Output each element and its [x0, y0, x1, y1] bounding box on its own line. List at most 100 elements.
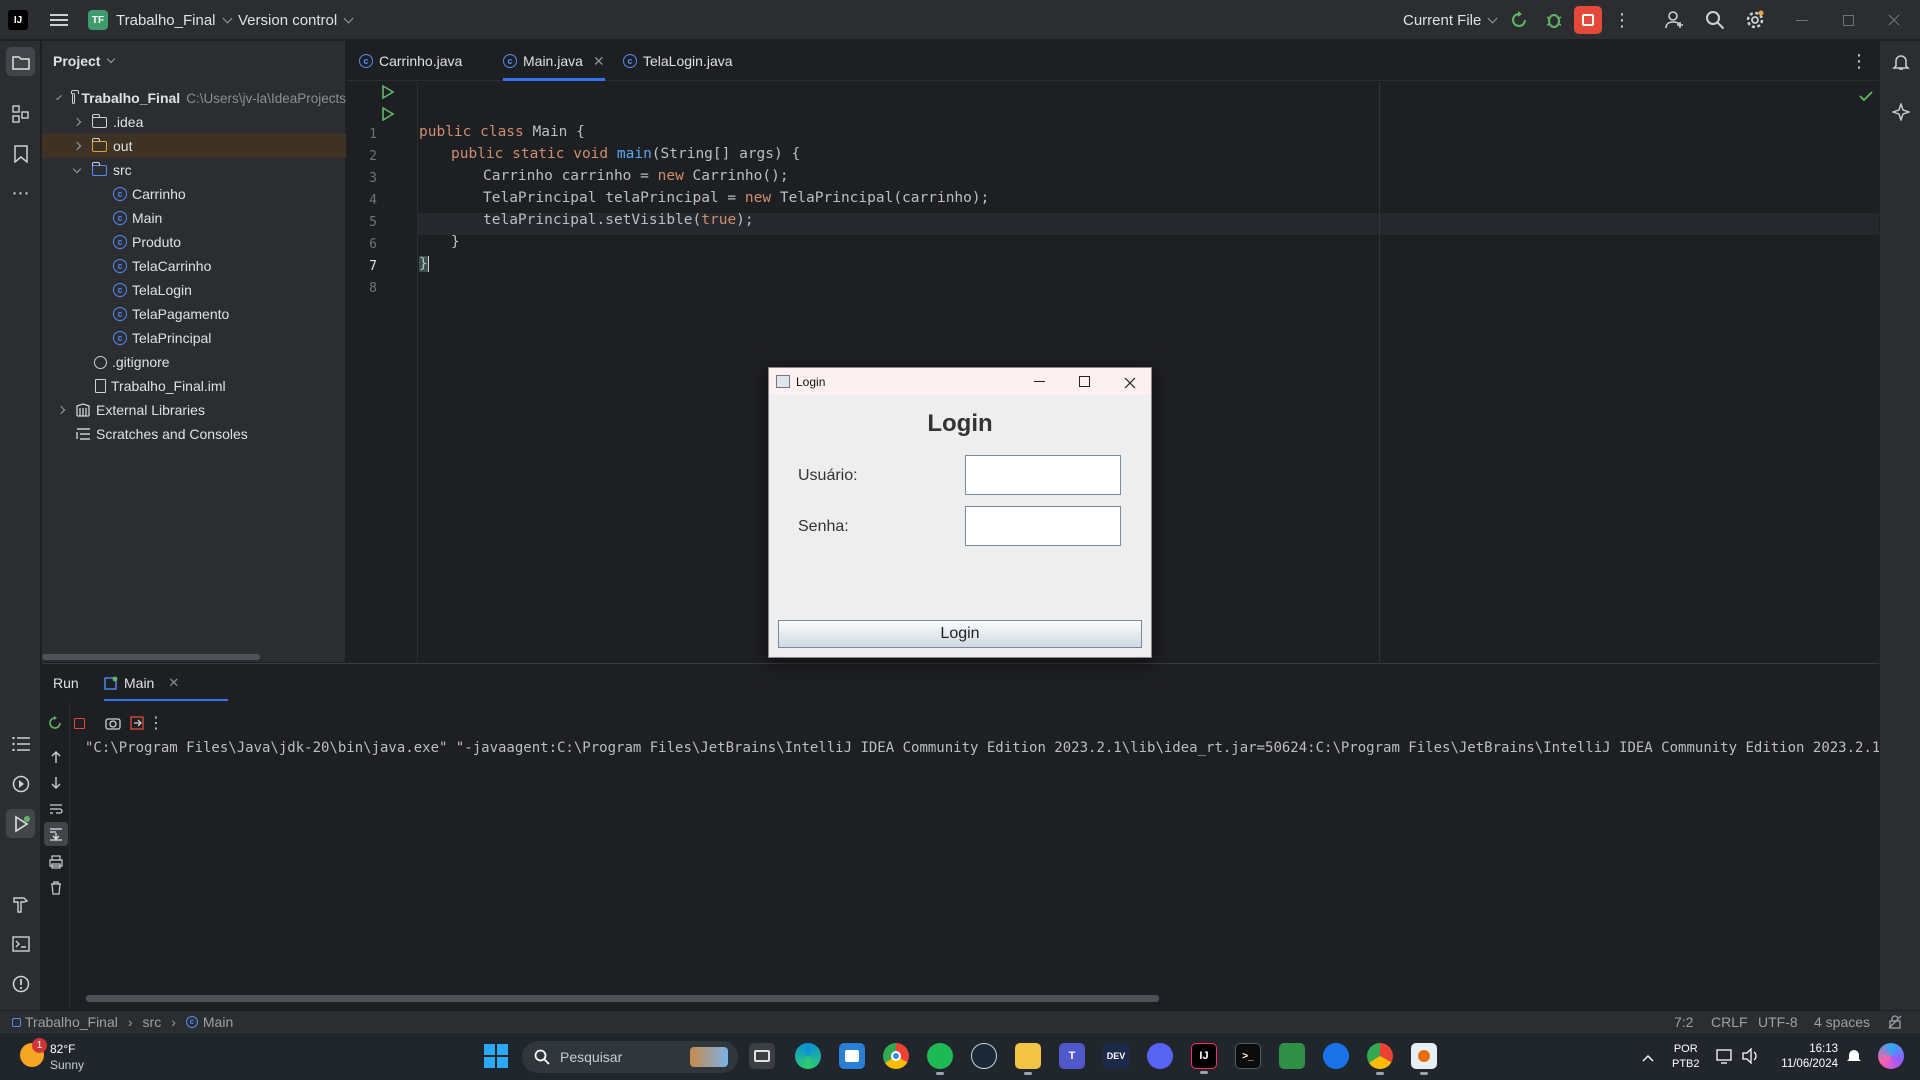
stop-button[interactable] [1574, 6, 1602, 34]
java-taskbar-icon[interactable] [1411, 1043, 1437, 1075]
breadcrumb-project[interactable]: Trabalho_Final [25, 1014, 118, 1030]
steam-icon[interactable] [971, 1043, 997, 1069]
print-icon[interactable] [46, 852, 66, 872]
login-button[interactable]: Login [778, 620, 1142, 648]
spotify-icon[interactable] [927, 1043, 953, 1075]
main-menu-icon[interactable] [48, 10, 70, 30]
tree-item-idea[interactable]: .idea [42, 110, 346, 134]
windows-start-icon[interactable] [484, 1044, 508, 1072]
version-control-selector[interactable]: Version control [238, 0, 354, 40]
network-icon[interactable] [1716, 1048, 1734, 1068]
bookmarks-icon[interactable] [8, 141, 33, 166]
tree-item-produto[interactable]: c Produto [42, 230, 346, 254]
window-minimize-icon[interactable] [1792, 10, 1812, 30]
tab-main-java[interactable]: c Main.java ✕ [503, 41, 605, 81]
tab-close-icon[interactable]: ✕ [593, 53, 605, 70]
tray-chevron-up-icon[interactable] [1642, 1049, 1654, 1066]
dump-threads-camera-icon[interactable] [102, 712, 124, 734]
exit-icon[interactable] [126, 712, 148, 734]
taskbar-search-box[interactable]: Pesquisar [522, 1041, 738, 1073]
project-selector[interactable]: TF Trabalho_Final [88, 0, 232, 40]
chrome-profile-icon[interactable] [1367, 1043, 1393, 1075]
no-problems-check-icon[interactable] [1859, 89, 1873, 106]
chrome-icon[interactable] [883, 1043, 909, 1069]
settings-gear-icon[interactable] [1744, 9, 1766, 31]
window-close-icon[interactable] [1884, 10, 1904, 30]
structure-icon[interactable] [8, 101, 33, 126]
discord-icon[interactable] [1147, 1043, 1173, 1069]
dialog-close-icon[interactable] [1124, 376, 1136, 393]
file-explorer-icon[interactable] [1015, 1043, 1041, 1075]
scroll-to-end-icon[interactable] [44, 822, 68, 846]
indent-setting[interactable]: 4 spaces [1814, 1011, 1870, 1033]
edge-browser-icon[interactable] [795, 1043, 821, 1069]
spreadsheet-app-icon[interactable] [1279, 1043, 1305, 1069]
tree-item-out[interactable]: out [42, 134, 346, 158]
run-tab-close-icon[interactable]: ✕ [168, 675, 179, 691]
notification-center-bell-icon[interactable] [1846, 1047, 1862, 1069]
notifications-bell-icon[interactable] [1888, 49, 1913, 74]
tree-item-main[interactable]: c Main [42, 206, 346, 230]
tree-item-telacarrinho[interactable]: c TelaCarrinho [42, 254, 346, 278]
volume-icon[interactable] [1742, 1047, 1760, 1068]
scroll-down-icon[interactable] [46, 773, 66, 793]
vpn-shield-icon[interactable] [1323, 1043, 1349, 1069]
line-separator[interactable]: CRLF [1711, 1011, 1748, 1033]
tab-carrinho-java[interactable]: c Carrinho.java [359, 41, 462, 81]
rerun-icon[interactable] [44, 712, 66, 734]
dialog-title-bar[interactable]: Login [769, 368, 1151, 395]
terminal-taskbar-icon[interactable]: >_ [1235, 1043, 1261, 1069]
ai-assistant-sparkle-icon[interactable] [1888, 99, 1913, 124]
project-tool-folder-icon[interactable] [6, 47, 35, 76]
weather-widget[interactable]: 82°F Sunny [50, 1041, 84, 1073]
password-input[interactable] [965, 506, 1121, 546]
tree-item-src[interactable]: src [42, 158, 346, 182]
tree-item-iml[interactable]: Trabalho_Final.iml [42, 374, 346, 398]
microsoft-store-icon[interactable] [839, 1043, 865, 1069]
teams-icon[interactable]: T [1059, 1043, 1085, 1069]
breadcrumb-src[interactable]: src [143, 1014, 162, 1030]
readonly-lock-icon[interactable] [1888, 1015, 1902, 1029]
run-tab-main[interactable]: Main ✕ [104, 664, 228, 702]
run-config-selector[interactable]: Current File [1403, 0, 1498, 40]
caret-position[interactable]: 7:2 [1674, 1011, 1693, 1033]
tree-item-external-libraries[interactable]: External Libraries [42, 398, 346, 422]
breadcrumb-main[interactable]: Main [203, 1014, 233, 1030]
run-panel-title[interactable]: Run [53, 664, 79, 702]
rerun-icon[interactable] [1508, 10, 1530, 30]
project-horizontal-scrollbar[interactable] [42, 654, 260, 660]
more-tools-icon[interactable]: ⋯ [8, 181, 33, 206]
devcpp-icon[interactable]: DEV [1103, 1043, 1129, 1069]
dialog-maximize-icon[interactable] [1079, 376, 1090, 387]
more-actions-icon[interactable]: ⋮ [1612, 10, 1632, 30]
project-panel-header[interactable]: Project [53, 41, 116, 81]
tab-telalogin-java[interactable]: c TelaLogin.java [623, 41, 733, 81]
services-list-icon[interactable] [8, 731, 33, 756]
stop-icon[interactable] [68, 712, 90, 734]
tree-item-gitignore[interactable]: .gitignore [42, 350, 346, 374]
clock[interactable]: 16:13 11/06/2024 [1778, 1042, 1838, 1072]
username-input[interactable] [965, 455, 1121, 495]
window-restore-icon[interactable] [1838, 10, 1858, 30]
language-indicator[interactable]: POR PTB2 [1672, 1042, 1700, 1072]
file-encoding[interactable]: UTF-8 [1758, 1011, 1798, 1033]
tree-item-scratches[interactable]: Scratches and Consoles [42, 422, 346, 446]
intellij-taskbar-icon[interactable]: IJ [1191, 1043, 1217, 1074]
run-tool-icon[interactable] [6, 809, 35, 838]
problems-icon[interactable] [8, 971, 33, 996]
debug-icon[interactable] [1543, 10, 1565, 30]
dialog-minimize-icon[interactable] [1034, 381, 1045, 382]
add-user-icon[interactable] [1664, 9, 1686, 31]
scroll-up-icon[interactable] [46, 747, 66, 767]
services-run-icon[interactable] [8, 771, 33, 796]
console-horizontal-scrollbar[interactable] [86, 995, 1159, 1002]
build-hammer-icon[interactable] [8, 891, 33, 916]
copilot-icon[interactable] [1878, 1043, 1904, 1069]
tree-item-telaprincipal[interactable]: c TelaPrincipal [42, 326, 346, 350]
soft-wrap-icon[interactable] [46, 799, 66, 819]
tree-item-carrinho[interactable]: c Carrinho [42, 182, 346, 206]
terminal-icon[interactable] [8, 931, 33, 956]
tree-root[interactable]: Trabalho_Final C:\Users\jv-la\IdeaProjec… [42, 86, 346, 110]
tree-item-telapagamento[interactable]: c TelaPagamento [42, 302, 346, 326]
search-icon[interactable] [1704, 9, 1726, 31]
